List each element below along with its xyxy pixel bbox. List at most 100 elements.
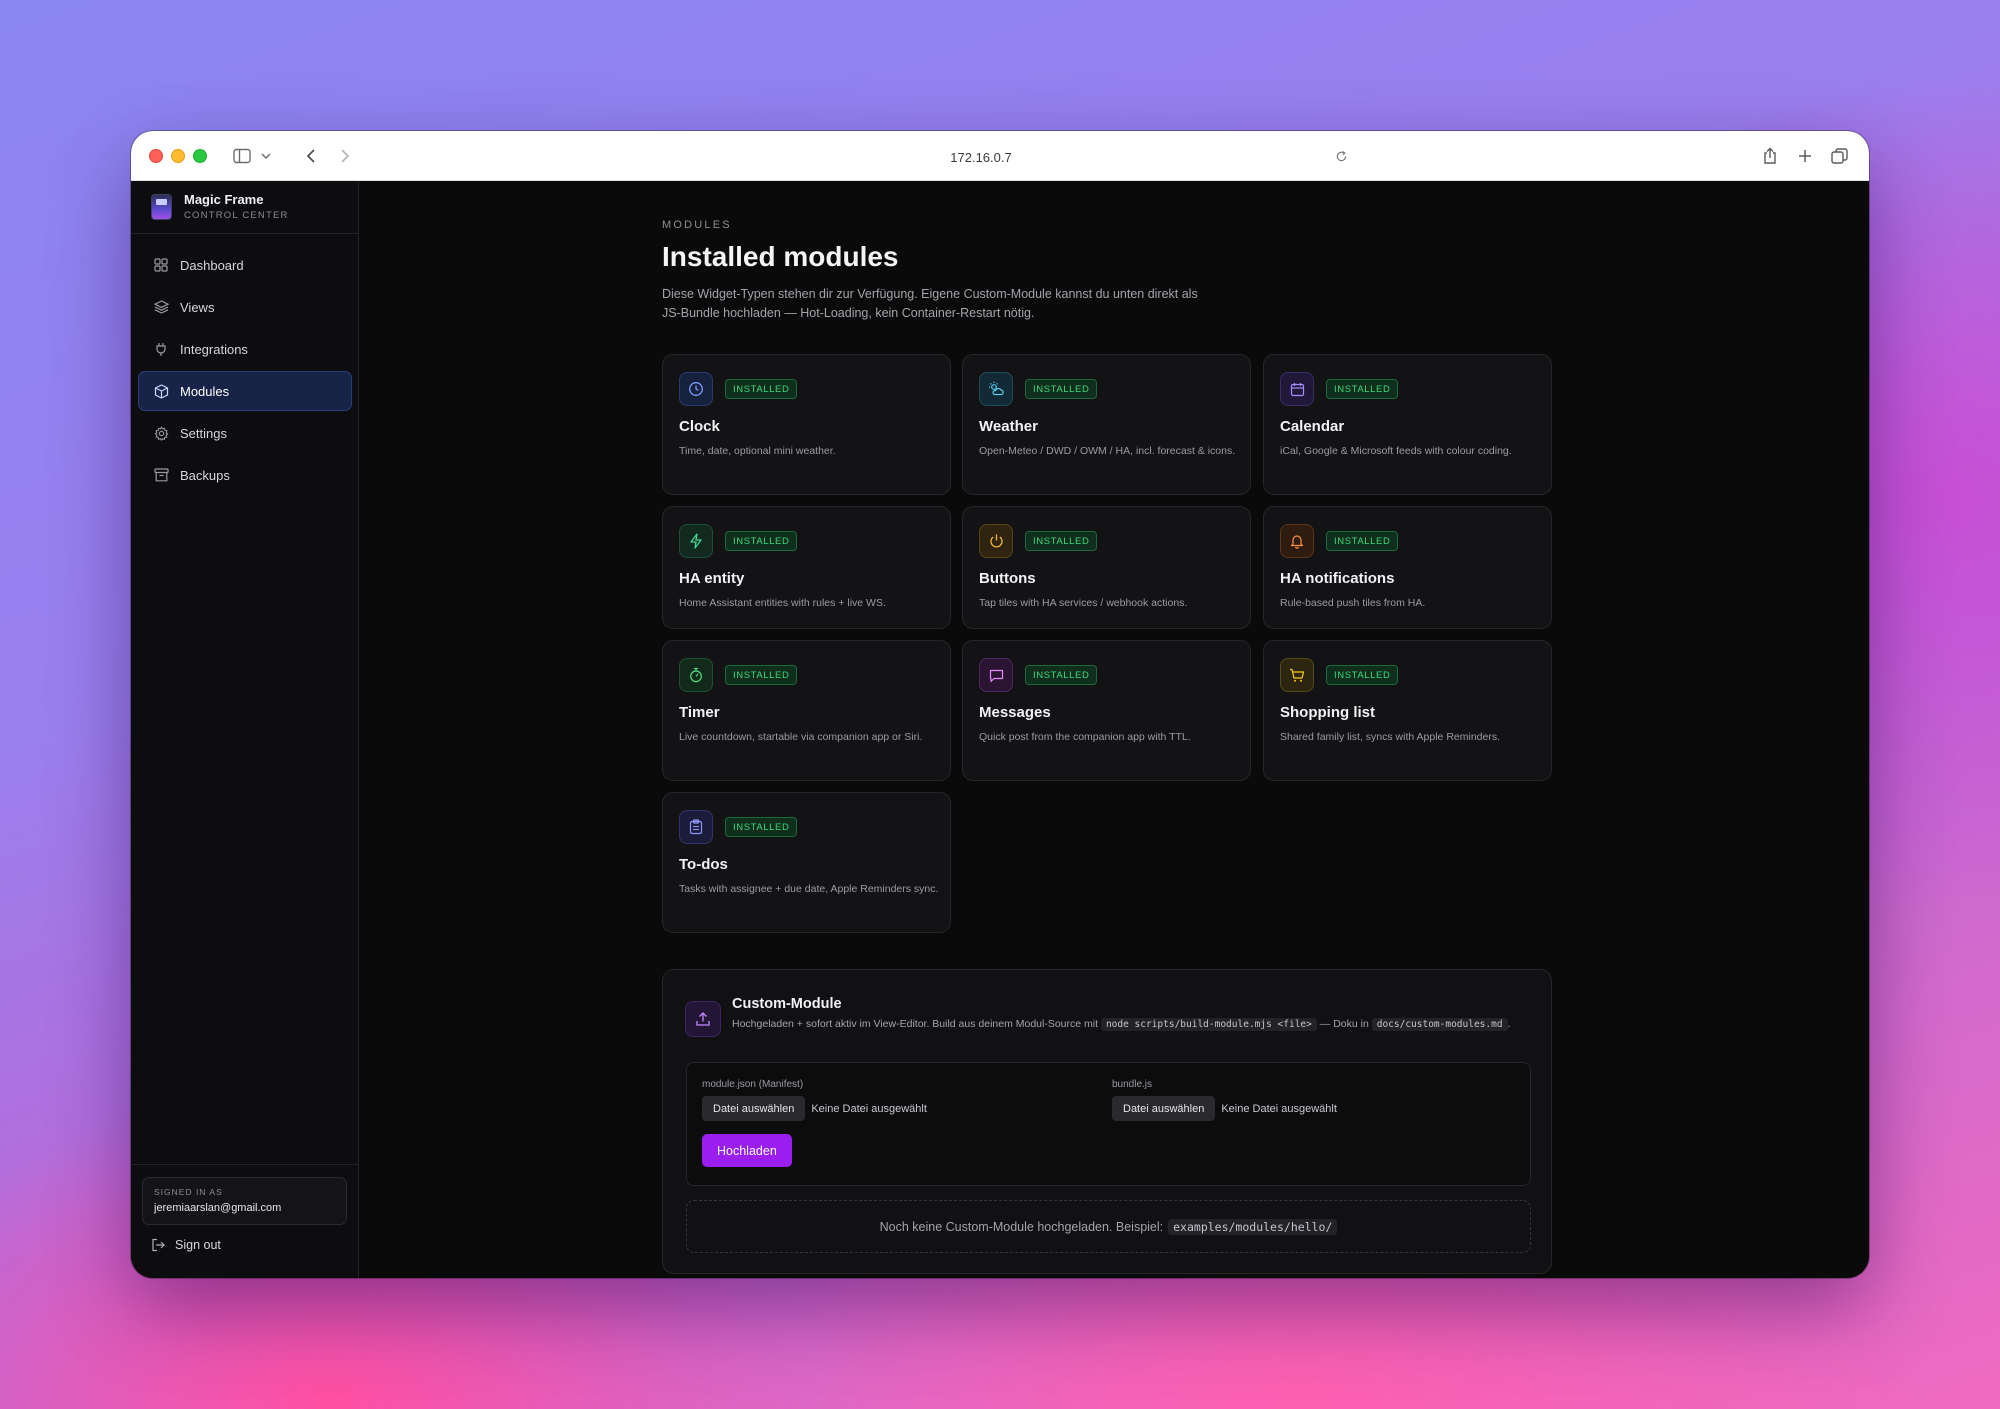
- minimize-window-button[interactable]: [171, 149, 185, 163]
- module-card-ha-notifications[interactable]: INSTALLED HA notifications Rule-based pu…: [1263, 506, 1552, 629]
- forward-arrow-icon[interactable]: [335, 144, 355, 168]
- sidebar-item-views[interactable]: Views: [138, 287, 352, 327]
- custom-module-description: Hochgeladen + sofort aktiv im View-Edito…: [732, 1017, 1532, 1032]
- module-description: Quick post from the companion app with T…: [979, 731, 1191, 743]
- page-eyebrow: MODULES: [662, 219, 732, 231]
- module-description: Rule-based push tiles from HA.: [1280, 597, 1426, 609]
- sidebar-item-label: Backups: [180, 467, 230, 483]
- installed-badge: INSTALLED: [1025, 531, 1098, 551]
- module-description: Tap tiles with HA services / webhook act…: [979, 597, 1188, 609]
- build-command-code: node scripts/build-module.mjs <file>: [1100, 1018, 1317, 1031]
- module-description: Home Assistant entities with rules + liv…: [679, 597, 886, 609]
- sign-out-label: Sign out: [175, 1238, 221, 1252]
- tab-overview-icon[interactable]: [1829, 144, 1849, 168]
- module-card-weather[interactable]: INSTALLED Weather Open-Meteo / DWD / OWM…: [962, 354, 1251, 495]
- plug-icon: [153, 341, 169, 357]
- module-title: Shopping list: [1280, 704, 1375, 721]
- chevron-down-icon[interactable]: [259, 144, 273, 168]
- signed-in-label: SIGNED IN AS: [154, 1187, 223, 1197]
- page-description: Diese Widget-Typen stehen dir zur Verfüg…: [662, 287, 1198, 320]
- module-description: Open-Meteo / DWD / OWM / HA, incl. forec…: [979, 445, 1236, 457]
- module-description: Shared family list, syncs with Apple Rem…: [1280, 731, 1501, 743]
- sidebar-toggle-icon[interactable]: [231, 144, 253, 168]
- upload-button[interactable]: Hochladen: [702, 1134, 792, 1167]
- clipboard-icon: [679, 810, 713, 844]
- sidebar-item-label: Settings: [180, 425, 227, 441]
- sidebar-item-dashboard[interactable]: Dashboard: [138, 245, 352, 285]
- module-card-calendar[interactable]: INSTALLED Calendar iCal, Google & Micros…: [1263, 354, 1552, 495]
- installed-badge: INSTALLED: [1326, 665, 1399, 685]
- module-card-messages[interactable]: INSTALLED Messages Quick post from the c…: [962, 640, 1251, 781]
- sidebar-item-backups[interactable]: Backups: [138, 455, 352, 495]
- module-title: Calendar: [1280, 418, 1345, 435]
- app-logo: [151, 194, 172, 220]
- sun-cloud-icon: [979, 372, 1013, 406]
- installed-badge: INSTALLED: [1025, 665, 1098, 685]
- upload-form: module.json (Manifest) Datei auswählen K…: [686, 1062, 1531, 1186]
- sidebar-item-label: Dashboard: [180, 257, 244, 273]
- page-title: Installed modules: [662, 241, 899, 272]
- module-title: Weather: [979, 418, 1038, 435]
- logout-icon: [151, 1237, 167, 1253]
- zoom-window-button[interactable]: [193, 149, 207, 163]
- installed-badge: INSTALLED: [1025, 379, 1098, 399]
- message-icon: [979, 658, 1013, 692]
- brand-header[interactable]: Magic Frame CONTROL CENTER: [131, 181, 358, 234]
- sign-out-button[interactable]: Sign out: [151, 1237, 221, 1253]
- module-card-timer[interactable]: INSTALLED Timer Live countdown, startabl…: [662, 640, 951, 781]
- module-card-buttons[interactable]: INSTALLED Buttons Tap tiles with HA serv…: [962, 506, 1251, 629]
- url-text: 172.16.0.7: [950, 149, 1012, 165]
- bolt-icon: [679, 524, 713, 558]
- module-description: Time, date, optional mini weather.: [679, 445, 836, 457]
- new-tab-icon[interactable]: [1795, 144, 1815, 168]
- bundle-field: bundle.js Datei auswählen Keine Datei au…: [1112, 1079, 1337, 1121]
- custom-module-section: Custom-Module Hochgeladen + sofort aktiv…: [662, 969, 1552, 1274]
- module-title: HA notifications: [1280, 570, 1395, 587]
- browser-window: 172.16.0.7 Magic Frame CONTROL CENTER Da…: [131, 131, 1869, 1278]
- module-card-todos[interactable]: INSTALLED To-dos Tasks with assignee + d…: [662, 792, 951, 933]
- sidebar-item-settings[interactable]: Settings: [138, 413, 352, 453]
- sidebar-item-modules[interactable]: Modules: [138, 371, 352, 411]
- share-icon[interactable]: [1760, 144, 1780, 168]
- installed-badge: INSTALLED: [725, 817, 798, 837]
- installed-badge: INSTALLED: [1326, 379, 1399, 399]
- custom-module-title: Custom-Module: [732, 996, 842, 1012]
- example-path-code: examples/modules/hello/: [1168, 1218, 1338, 1235]
- close-window-button[interactable]: [149, 149, 163, 163]
- manifest-file-button[interactable]: Datei auswählen: [702, 1096, 806, 1121]
- clock-icon: [679, 372, 713, 406]
- module-title: Clock: [679, 418, 720, 435]
- archive-icon: [153, 467, 169, 483]
- sidebar-item-label: Integrations: [180, 341, 248, 357]
- box-icon: [153, 383, 169, 399]
- module-title: Messages: [979, 704, 1051, 721]
- stopwatch-icon: [679, 658, 713, 692]
- bundle-file-button[interactable]: Datei auswählen: [1112, 1096, 1216, 1121]
- cart-icon: [1280, 658, 1314, 692]
- installed-badge: INSTALLED: [725, 379, 798, 399]
- gear-icon: [153, 425, 169, 441]
- module-title: Buttons: [979, 570, 1036, 587]
- module-card-ha-entity[interactable]: INSTALLED HA entity Home Assistant entit…: [662, 506, 951, 629]
- url-bar[interactable]: 172.16.0.7: [601, 141, 1361, 173]
- module-card-clock[interactable]: INSTALLED Clock Time, date, optional min…: [662, 354, 951, 495]
- module-card-shopping-list[interactable]: INSTALLED Shopping list Shared family li…: [1263, 640, 1552, 781]
- back-arrow-icon[interactable]: [301, 144, 321, 168]
- reload-icon[interactable]: [1331, 144, 1351, 168]
- manifest-field: module.json (Manifest) Datei auswählen K…: [702, 1079, 927, 1121]
- signed-in-email: jeremiaarslan@gmail.com: [154, 1202, 282, 1214]
- browser-toolbar: 172.16.0.7: [131, 131, 1869, 181]
- module-description: Live countdown, startable via companion …: [679, 731, 923, 743]
- main-content: MODULES Installed modules Diese Widget-T…: [360, 181, 1869, 1278]
- brand-subtitle: CONTROL CENTER: [184, 210, 289, 221]
- empty-state-text: Noch keine Custom-Module hochgeladen. Be…: [879, 1219, 1164, 1234]
- sidebar-item-integrations[interactable]: Integrations: [138, 329, 352, 369]
- module-description: iCal, Google & Microsoft feeds with colo…: [1280, 445, 1512, 457]
- desc-text: Hochgeladen + sofort aktiv im View-Edito…: [732, 1018, 1099, 1030]
- installed-badge: INSTALLED: [725, 665, 798, 685]
- bell-icon: [1280, 524, 1314, 558]
- upload-icon: [685, 1001, 721, 1037]
- module-title: Timer: [679, 704, 720, 721]
- module-title: HA entity: [679, 570, 745, 587]
- manifest-file-status: Keine Datei ausgewählt: [811, 1102, 927, 1115]
